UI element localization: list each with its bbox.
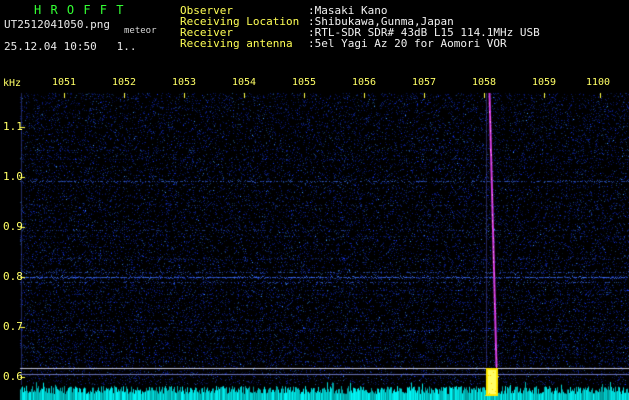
x-tick-label: 1052 bbox=[112, 78, 136, 88]
x-tick-label: 1055 bbox=[292, 78, 316, 88]
x-tick-label: 1057 bbox=[412, 78, 436, 88]
y-tick-label: 0.9 bbox=[3, 221, 23, 232]
x-tick-label: 1051 bbox=[52, 78, 76, 88]
hrofft-screen: H R O F F T UT2512041050.png meteor 25.1… bbox=[0, 0, 629, 400]
spectrogram-canvas bbox=[0, 0, 629, 400]
x-tick-label: 1058 bbox=[472, 78, 496, 88]
datetime-label: 25.12.04 10:50 1.. bbox=[4, 41, 136, 52]
y-tick-label: 0.7 bbox=[3, 321, 23, 332]
y-tick-label: 0.6 bbox=[3, 371, 23, 382]
x-tick-label: 1056 bbox=[352, 78, 376, 88]
x-tick-label: 1100 bbox=[586, 78, 610, 88]
y-tick-label: 1.0 bbox=[3, 171, 23, 182]
x-tick-label: 1054 bbox=[232, 78, 256, 88]
antenna-value: :5el Yagi Az 20 for Aomori VOR bbox=[308, 38, 507, 49]
antenna-label: Receiving antenna bbox=[180, 38, 293, 49]
y-tick-label: 1.1 bbox=[3, 121, 23, 132]
y-axis-unit-label: kHz bbox=[3, 79, 21, 89]
x-tick-label: 1059 bbox=[532, 78, 556, 88]
filename-label: UT2512041050.png bbox=[4, 19, 110, 30]
x-tick-label: 1053 bbox=[172, 78, 196, 88]
y-tick-label: 0.8 bbox=[3, 271, 23, 282]
app-title: H R O F F T bbox=[34, 4, 124, 16]
mode-label: meteor bbox=[124, 27, 157, 36]
